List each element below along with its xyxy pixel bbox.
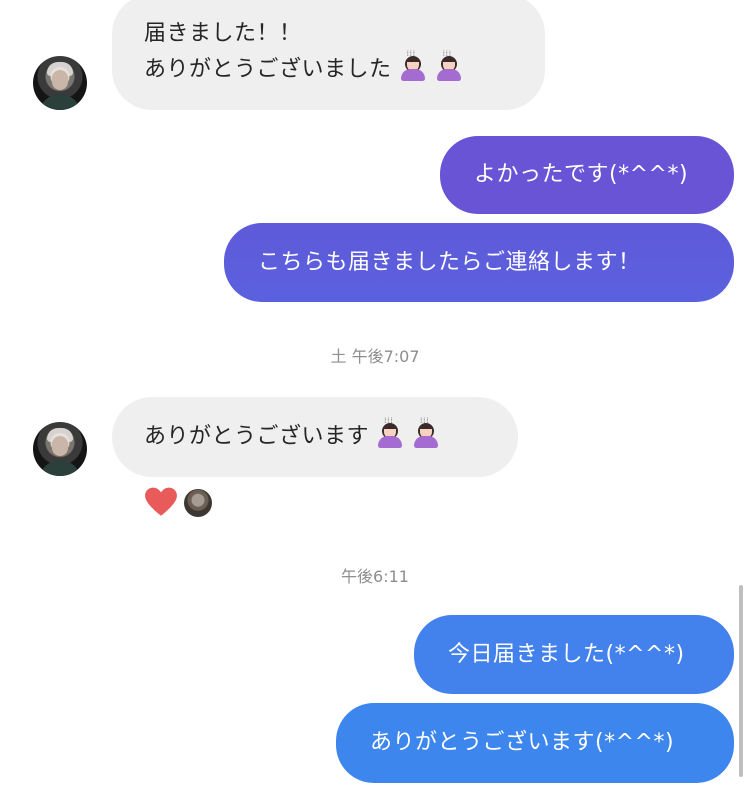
message-text: こちらも届きましたらご連絡します！ [258, 250, 641, 275]
message-text: ありがとうございます [144, 424, 370, 449]
message-text: ありがとうございます(*^^*) [370, 730, 675, 755]
sender-avatar[interactable] [33, 422, 87, 476]
woman-bowing-icon: ⁞⁞⁞ [375, 417, 405, 449]
outgoing-message-bubble[interactable]: よかったです(*^^*) [440, 136, 734, 214]
incoming-message-bubble[interactable]: 届きました！！ ありがとうございました ⁞⁞⁞ ⁞⁞⁞ [112, 0, 545, 110]
outgoing-message-bubble[interactable]: こちらも届きましたらご連絡します！ [224, 223, 734, 302]
avatar-shoulder [39, 460, 81, 476]
woman-bowing-icon: ⁞⁞⁞ [398, 50, 428, 82]
scrollbar[interactable] [739, 585, 743, 777]
timestamp: 土 午後7:07 [330, 347, 420, 366]
message-line-2-text: ありがとうございました [144, 57, 392, 82]
woman-bowing-icon: ⁞⁞⁞ [434, 50, 464, 82]
avatar-shoulder [39, 94, 81, 110]
message-line-2: ありがとうございました ⁞⁞⁞ ⁞⁞⁞ [144, 50, 513, 88]
reactor-avatar[interactable] [182, 487, 214, 519]
message-text: よかったです(*^^*) [474, 162, 689, 187]
message-text: 今日届きました(*^^*) [448, 642, 685, 667]
avatar-face [52, 436, 68, 456]
avatar-face [52, 70, 68, 90]
message-line-1: 届きました！！ [144, 21, 302, 46]
message-reactions[interactable] [144, 486, 214, 520]
sender-avatar[interactable] [33, 56, 87, 110]
outgoing-message-bubble[interactable]: ありがとうございます(*^^*) [336, 703, 734, 783]
outgoing-message-bubble[interactable]: 今日届きました(*^^*) [414, 615, 734, 694]
woman-bowing-icon: ⁞⁞⁞ [411, 417, 441, 449]
timestamp: 午後6:11 [341, 567, 409, 586]
incoming-message-bubble[interactable]: ありがとうございます ⁞⁞⁞ ⁞⁞⁞ [112, 397, 518, 477]
heart-icon [145, 487, 177, 516]
